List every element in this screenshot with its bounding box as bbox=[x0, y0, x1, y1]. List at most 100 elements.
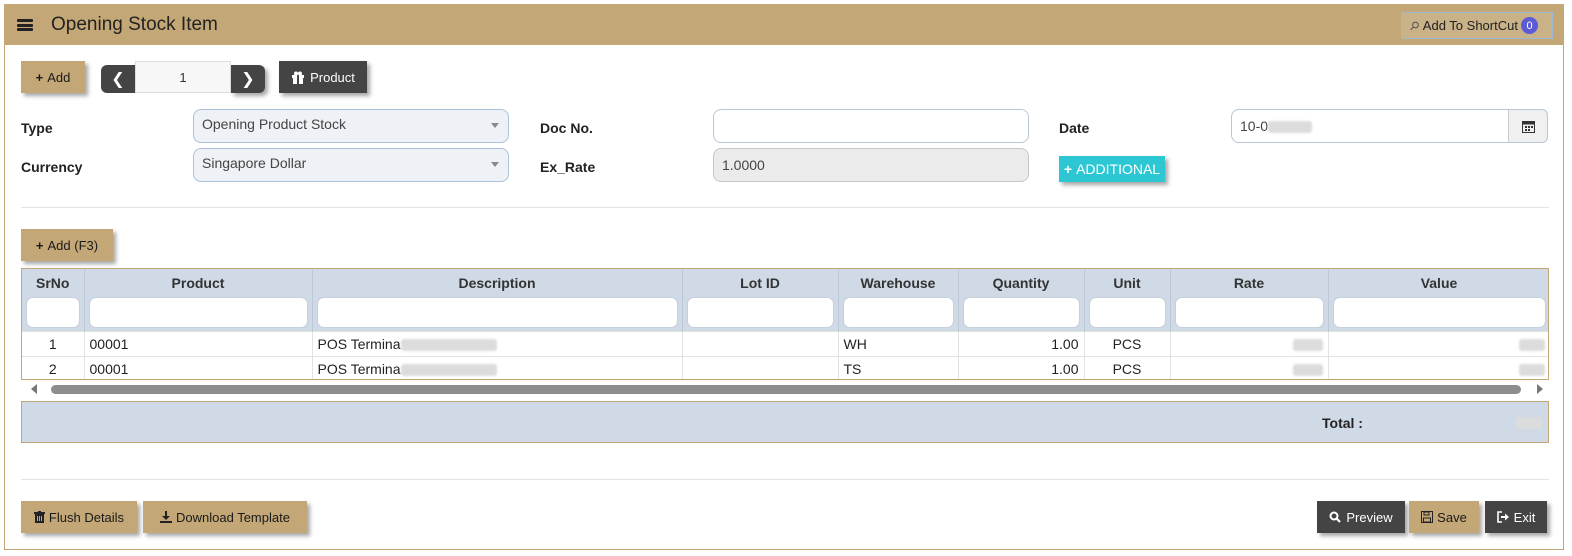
column-header-warehouse[interactable]: Warehouse bbox=[838, 269, 959, 295]
redacted-text bbox=[1518, 338, 1545, 351]
scroll-thumb[interactable] bbox=[51, 385, 1521, 394]
column-header-value[interactable]: Value bbox=[1328, 269, 1548, 295]
filter-unit-input[interactable] bbox=[1088, 297, 1166, 329]
exit-label: Exit bbox=[1513, 509, 1536, 525]
type-label: Type bbox=[21, 120, 53, 136]
additional-button[interactable]: + ADDITIONAL bbox=[1059, 156, 1165, 182]
exrate-label: Ex_Rate bbox=[540, 159, 596, 175]
horizontal-scrollbar[interactable] bbox=[21, 382, 1549, 396]
column-header-srno[interactable]: SrNo bbox=[22, 269, 85, 295]
flush-details-label: Flush Details bbox=[48, 509, 125, 525]
exrate-input[interactable]: 1.0000 bbox=[713, 148, 1029, 182]
cell-description[interactable]: POS Termina bbox=[312, 330, 683, 356]
column-header-unit[interactable]: Unit bbox=[1084, 269, 1171, 295]
floppy-icon bbox=[1421, 511, 1434, 523]
add-label: Add bbox=[47, 69, 71, 85]
shortcut-count-badge: 0 bbox=[1521, 17, 1538, 34]
cell-warehouse[interactable]: WH bbox=[838, 330, 959, 356]
cell-warehouse[interactable]: TS bbox=[838, 355, 959, 379]
exit-button[interactable]: Exit bbox=[1485, 501, 1547, 533]
title-bar: Opening Stock Item ⚲ Add To ShortCut 0 bbox=[5, 5, 1563, 45]
cell-unit[interactable]: PCS bbox=[1084, 330, 1171, 356]
description-text: POS Termina bbox=[317, 335, 401, 352]
flush-details-button[interactable]: Flush Details bbox=[21, 501, 137, 533]
redacted-text bbox=[1292, 338, 1323, 351]
divider bbox=[21, 479, 1549, 480]
previous-page-button[interactable]: ❮ bbox=[101, 65, 135, 93]
caret-down-icon bbox=[491, 162, 499, 167]
redacted-text bbox=[1518, 364, 1545, 377]
search-icon bbox=[1329, 511, 1342, 523]
page-title: Opening Stock Item bbox=[51, 14, 218, 35]
cell-quantity[interactable]: 1.00 bbox=[958, 330, 1085, 356]
preview-label: Preview bbox=[1346, 509, 1393, 525]
download-icon bbox=[160, 511, 173, 523]
plus-icon: + bbox=[35, 237, 44, 253]
chevron-right-icon: ❯ bbox=[241, 71, 255, 88]
save-button[interactable]: Save bbox=[1409, 501, 1479, 533]
scroll-right-icon[interactable] bbox=[1537, 384, 1543, 394]
filter-rate-input[interactable] bbox=[1174, 297, 1324, 329]
calendar-icon bbox=[1521, 120, 1535, 133]
calendar-button[interactable] bbox=[1508, 109, 1548, 143]
menu-icon[interactable] bbox=[17, 19, 33, 31]
column-header-rate[interactable]: Rate bbox=[1170, 269, 1329, 295]
cell-srno: 2 bbox=[22, 355, 85, 379]
preview-button[interactable]: Preview bbox=[1317, 501, 1405, 533]
shortcut-label: Add To ShortCut bbox=[1422, 18, 1518, 33]
grid-add-button[interactable]: + Add (F3) bbox=[21, 229, 113, 261]
currency-select[interactable]: Singapore Dollar bbox=[193, 148, 509, 182]
column-header-lot-id[interactable]: Lot ID bbox=[682, 269, 839, 295]
docno-label: Doc No. bbox=[540, 120, 593, 136]
grid-header-row: SrNo Product Description Lot ID Warehous… bbox=[22, 269, 1548, 295]
currency-label: Currency bbox=[21, 159, 83, 175]
sign-out-icon bbox=[1496, 511, 1509, 523]
grid-filter-row bbox=[22, 295, 1548, 331]
add-to-shortcut-button[interactable]: ⚲ Add To ShortCut 0 bbox=[1401, 12, 1553, 39]
column-header-product[interactable]: Product bbox=[84, 269, 313, 295]
docno-input[interactable] bbox=[713, 109, 1029, 143]
filter-value-input[interactable] bbox=[1332, 297, 1546, 329]
filter-product-input[interactable] bbox=[88, 297, 308, 329]
filter-lot-id-input[interactable] bbox=[686, 297, 834, 329]
cell-product[interactable]: 00001 bbox=[84, 355, 313, 379]
cell-product[interactable]: 00001 bbox=[84, 330, 313, 356]
table-row[interactable]: 2 00001 POS Termina TS 1.00 PCS bbox=[22, 355, 1548, 379]
cell-rate[interactable] bbox=[1170, 330, 1329, 356]
filter-srno-input[interactable] bbox=[26, 297, 80, 329]
filter-quantity-input[interactable] bbox=[962, 297, 1080, 329]
cell-lot-id[interactable] bbox=[682, 330, 839, 356]
cell-description[interactable]: POS Termina bbox=[312, 355, 683, 379]
redacted-text bbox=[400, 338, 497, 351]
type-select[interactable]: Opening Product Stock bbox=[193, 109, 509, 143]
cell-rate[interactable] bbox=[1170, 355, 1329, 379]
redacted-text bbox=[1268, 121, 1313, 134]
cell-quantity[interactable]: 1.00 bbox=[958, 355, 1085, 379]
additional-label: ADDITIONAL bbox=[1076, 161, 1161, 177]
window: Opening Stock Item ⚲ Add To ShortCut 0 +… bbox=[4, 4, 1564, 550]
redacted-text bbox=[400, 364, 497, 377]
column-header-quantity[interactable]: Quantity bbox=[958, 269, 1085, 295]
filter-warehouse-input[interactable] bbox=[842, 297, 954, 329]
cell-unit[interactable]: PCS bbox=[1084, 355, 1171, 379]
cell-srno: 1 bbox=[22, 330, 85, 356]
pin-icon: ⚲ bbox=[1406, 17, 1423, 34]
product-button[interactable]: Product bbox=[279, 61, 367, 93]
download-template-button[interactable]: Download Template bbox=[143, 501, 307, 533]
scroll-left-icon[interactable] bbox=[31, 384, 37, 394]
plus-icon: + bbox=[35, 69, 44, 85]
gift-icon bbox=[292, 71, 305, 84]
cell-value bbox=[1328, 330, 1548, 356]
next-page-button[interactable]: ❯ bbox=[231, 65, 265, 93]
add-button[interactable]: + Add bbox=[21, 61, 85, 93]
redacted-text bbox=[1516, 417, 1542, 429]
table-row[interactable]: 1 00001 POS Termina WH 1.00 PCS bbox=[22, 330, 1548, 356]
cell-lot-id[interactable] bbox=[682, 355, 839, 379]
trash-icon bbox=[33, 511, 45, 523]
date-input[interactable]: 10-0 bbox=[1231, 109, 1511, 143]
column-header-description[interactable]: Description bbox=[312, 269, 683, 295]
filter-description-input[interactable] bbox=[316, 297, 678, 329]
items-grid: SrNo Product Description Lot ID Warehous… bbox=[21, 268, 1549, 380]
save-label: Save bbox=[1437, 509, 1467, 525]
page-number-field[interactable]: 1 bbox=[135, 61, 231, 93]
